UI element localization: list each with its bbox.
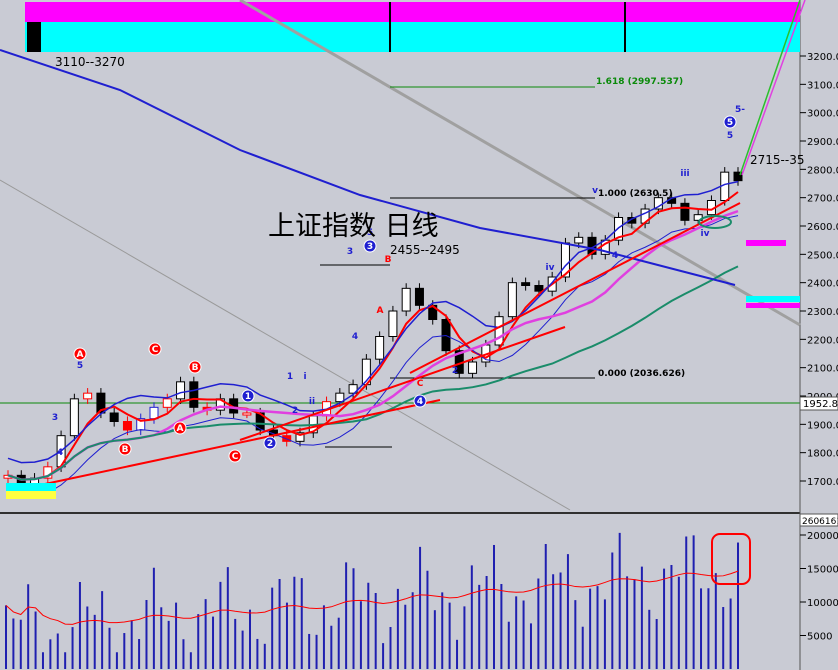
wave-label: 4 [352,332,358,342]
wave-label: 1 [245,392,251,402]
range-label-b: 2715--35 [750,153,804,167]
marker-cyan-bottom [6,483,56,491]
candle-body [494,316,504,346]
cyan-band [25,22,800,52]
volume-tick-label: 10000 [807,598,838,609]
candle-body [401,287,411,312]
marker-yellow-bottom [6,491,56,499]
wave-label: 4 [57,448,63,458]
wave-label: 2 [452,366,458,376]
wave-label: 5- [735,105,745,115]
candle-body [69,398,79,437]
candle-body [521,282,531,286]
price-tick-label: 2600.0 [807,222,838,233]
candle-body [149,406,159,420]
candle-body [176,381,186,400]
candle-body [680,202,690,221]
range-label-a: 2455--2495 [390,243,460,257]
price-tick-label: 3000.0 [807,109,838,120]
fib-0000-label: 0.000 (2036.626) [598,369,685,379]
candle-body [388,310,398,337]
wave-label: B [192,363,199,373]
price-tick-label: 2500.0 [807,250,838,261]
wave-label: 3 [52,413,58,423]
wave-label: i [303,372,306,382]
marker-magenta-1 [746,240,786,246]
candle-body [162,398,172,408]
price-tick-label: 1900.0 [807,420,838,431]
fib-1618-label: 1.618 (2997.537) [596,77,683,87]
candle-body [122,421,132,431]
wave-label: 3 [347,247,353,257]
marker-cyan-1 [746,296,800,302]
chart-window: A 5 C B B A C 1 2 3 4 5 B A C 3 4 3 5 4 1 2 2 4 v iii iv 5 5- iv i ii 3… [0,0,838,670]
price-tick-label: 2200.0 [807,335,838,346]
price-tick-label: 2800.0 [807,165,838,176]
wave-label: iv [701,229,710,239]
wave-label: 5 [727,131,733,141]
volume-tick-label: 5000 [807,632,832,643]
wave-label: A [77,350,84,360]
candle-body [109,412,119,422]
price-tick-label: 1800.0 [807,449,838,460]
candle-body [534,285,544,292]
candle-body [335,392,345,403]
price-tick-label: 3200.0 [807,52,838,63]
wave-label: B [122,445,129,455]
wave-label: iii [680,169,689,179]
volume-tick-label: 15000 [807,565,838,576]
price-tick-label: 3100.0 [807,80,838,91]
candle-body [468,361,478,374]
price-tick-label: 2400.0 [807,279,838,290]
candle-body [242,412,252,416]
wave-label: A [177,424,184,434]
wave-label: C [232,452,239,462]
candle-body [574,236,584,244]
candle-body [507,282,517,318]
wave-label: 3 [367,242,373,252]
wave-label: iv [546,263,555,273]
volume-tick-label: 20000 [807,531,838,542]
current-volume-label: 2606161 [802,517,838,527]
candle-body [414,287,424,306]
wave-label: 5 [727,118,733,128]
price-tick-label: 2700.0 [807,194,838,205]
wave-label: C [417,379,424,389]
price-tick-label: 2300.0 [807,307,838,318]
price-tick-label: 1700.0 [807,477,838,488]
marker-magenta-2 [746,303,800,308]
wave-label: A [377,306,384,316]
range-label-top: 3110--3270 [55,55,125,69]
stock-chart-canvas: A5CBBAC12345BAC343541224viiiiv55-iviii 3… [0,0,838,670]
wave-label: C [152,345,159,355]
candle-body [375,336,385,360]
chart-title: 上证指数 日线 [268,211,439,242]
wave-label: 4 [417,397,423,407]
fib-1000-label: 1.000 (2630.5) [598,189,673,199]
band-marker [27,22,41,52]
wave-label: 2 [292,406,298,416]
wave-label: 2 [267,439,273,449]
price-tick-label: 2100.0 [807,364,838,375]
volume-pane [0,516,800,670]
wave-label: ii [309,397,315,407]
wave-label: 5 [77,361,83,371]
candle-body [189,381,199,408]
price-tick-label: 2900.0 [807,137,838,148]
wave-label: 4 [612,251,618,261]
magenta-band [25,2,800,22]
current-price-label: 1952.8 [803,399,838,410]
wave-label: 1 [287,372,293,382]
candle-body [83,392,93,400]
